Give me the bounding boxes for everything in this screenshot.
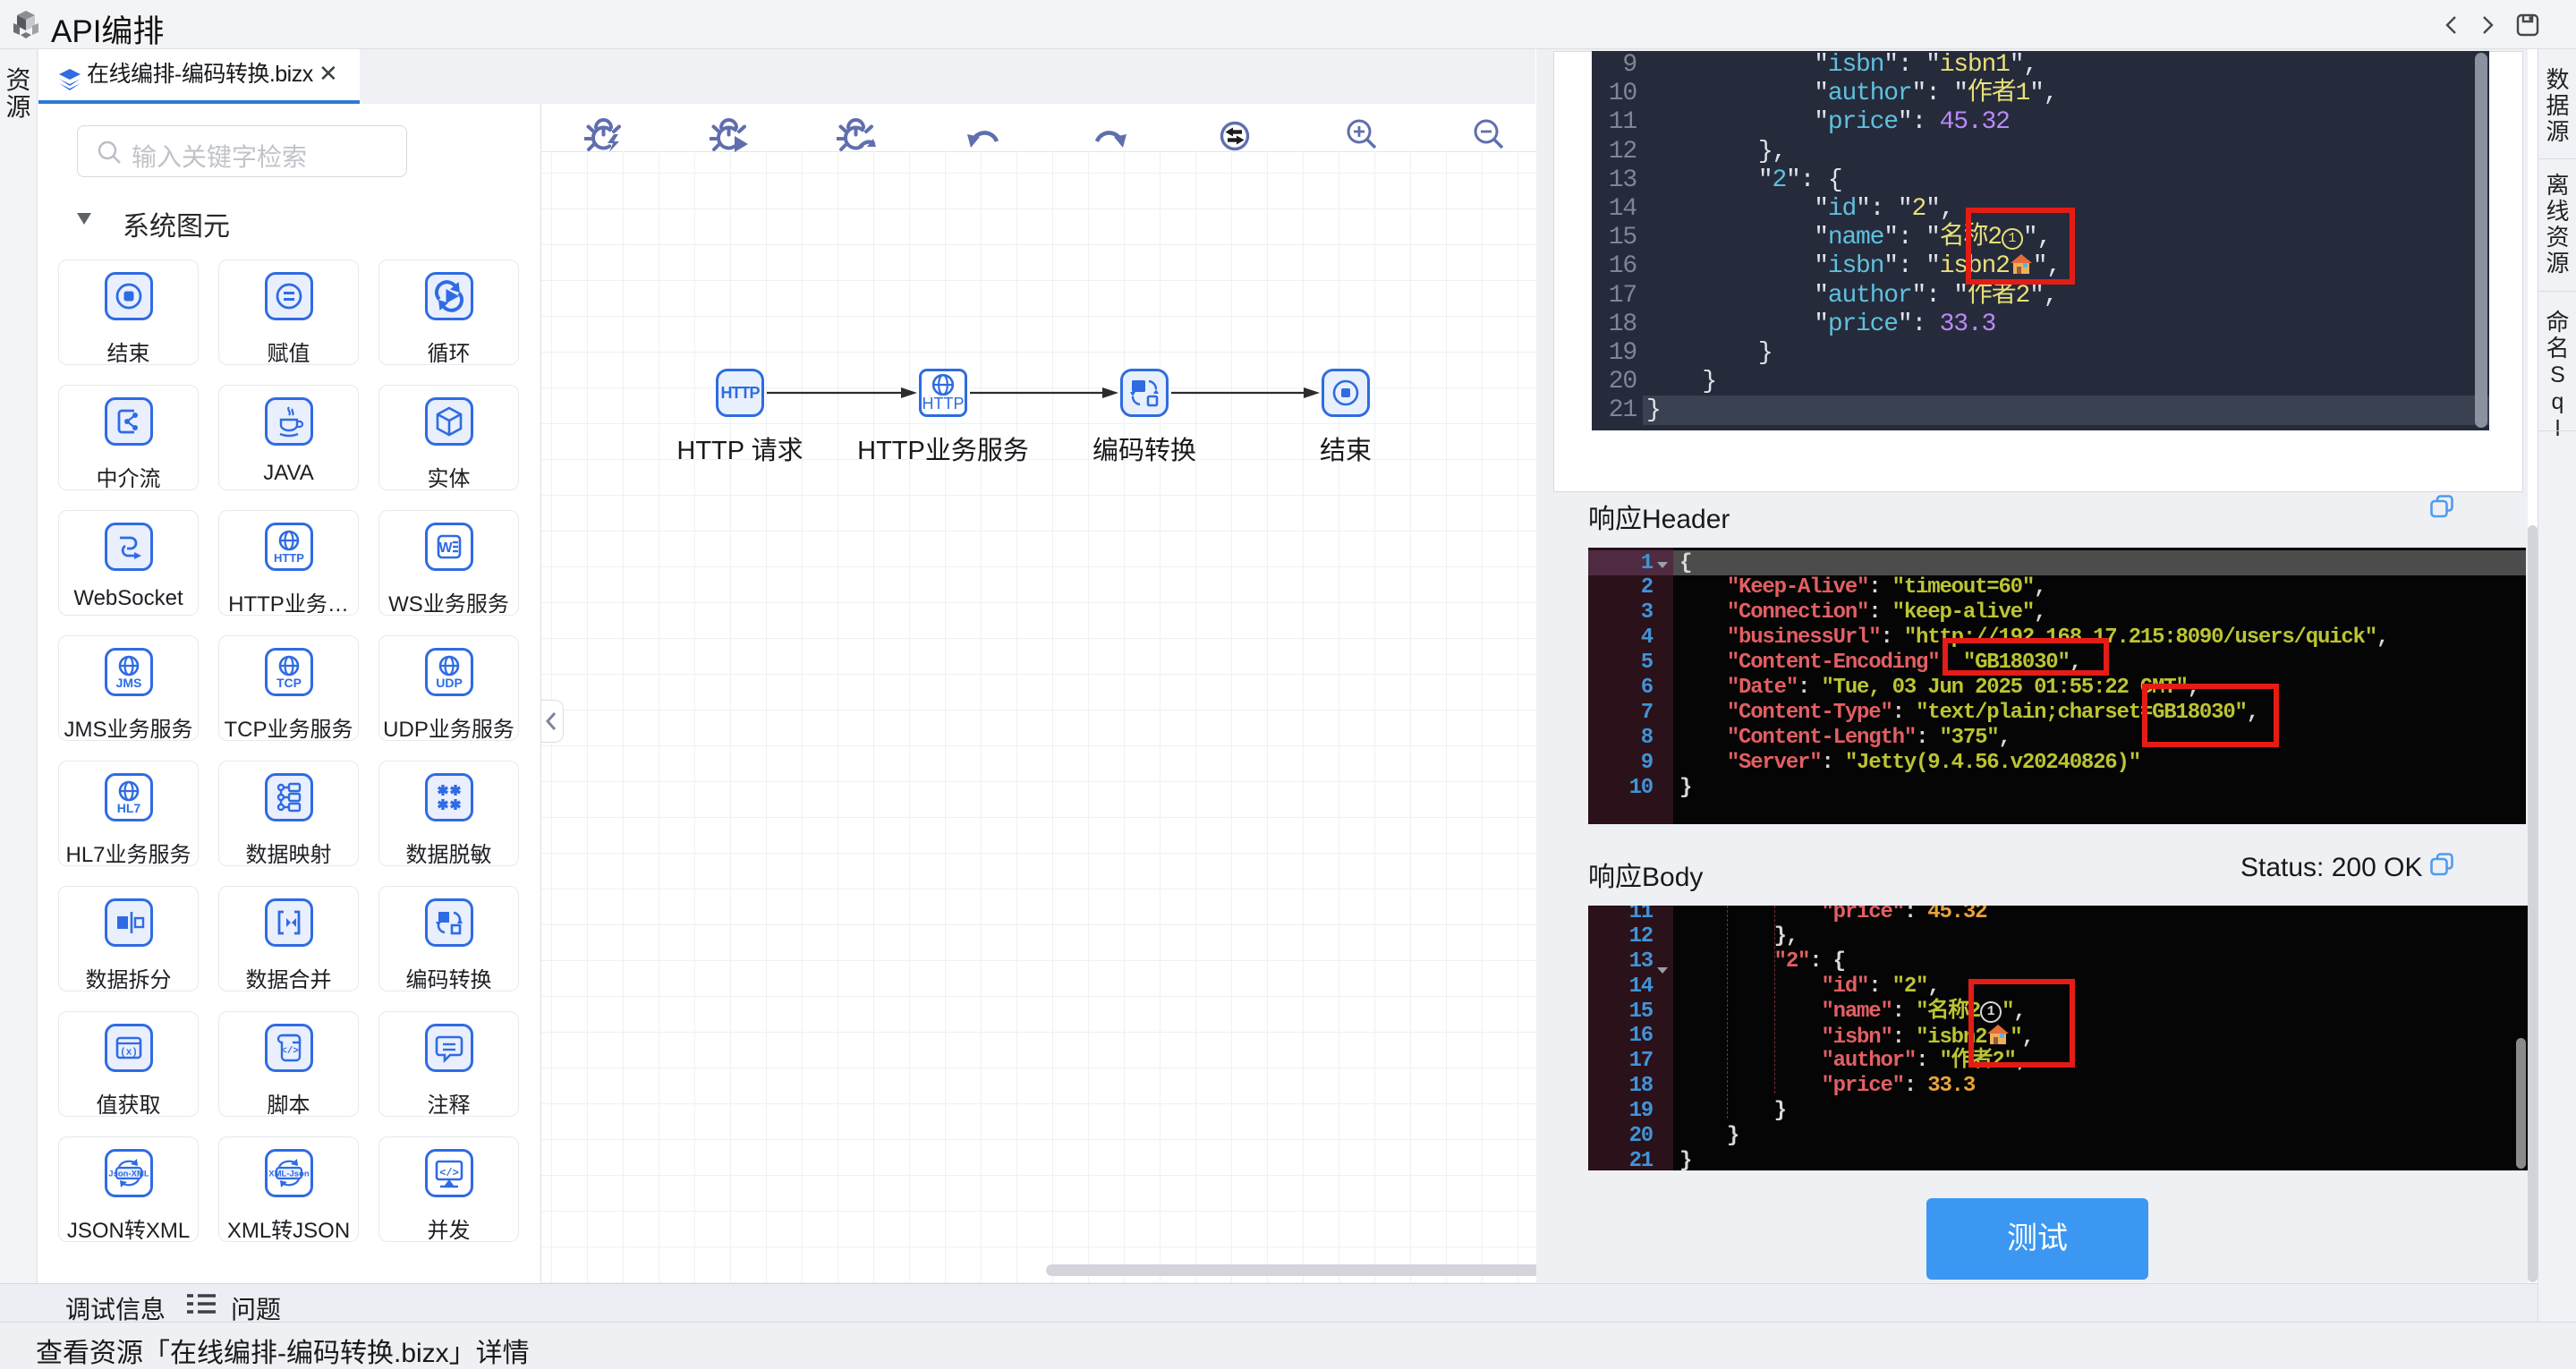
svg-text:XML-Json: XML-Json xyxy=(268,1170,310,1179)
svg-text:Json-XML: Json-XML xyxy=(108,1170,149,1179)
svg-text:HL7: HL7 xyxy=(117,801,141,815)
svg-text:W: W xyxy=(438,540,453,556)
svg-text:TCP: TCP xyxy=(276,676,302,690)
svg-text:JMS: JMS xyxy=(116,676,142,690)
svg-text:(x): (x) xyxy=(120,1048,138,1059)
svg-text:</>: </> xyxy=(439,1167,459,1179)
svg-text:UDP: UDP xyxy=(436,676,463,690)
svg-text:</>: </> xyxy=(281,1046,299,1057)
svg-text:HTTP: HTTP xyxy=(274,551,304,565)
